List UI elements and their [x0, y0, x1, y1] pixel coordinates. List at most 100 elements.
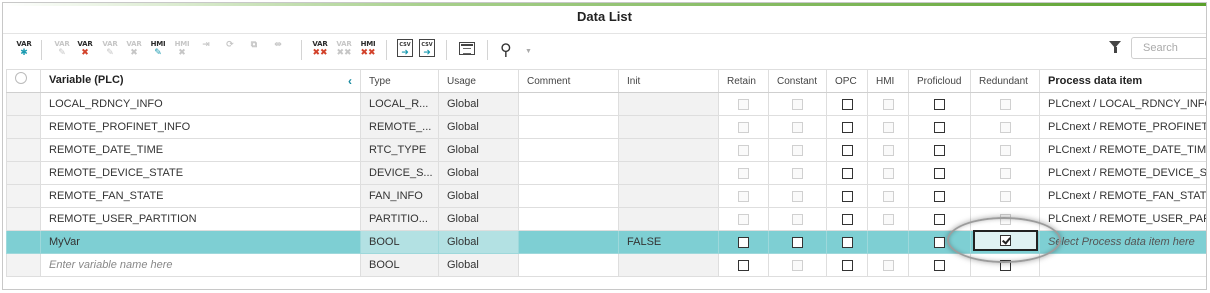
table-view-icon[interactable]	[459, 42, 475, 55]
hmi-cell[interactable]	[867, 230, 909, 254]
column-header-comment[interactable]: Comment	[518, 69, 619, 93]
filter-icon[interactable]	[1109, 41, 1121, 53]
process-data-item-cell[interactable]: PLCnext / REMOTE_DATE_TIME	[1039, 138, 1206, 162]
init-cell[interactable]	[618, 138, 719, 162]
comment-cell[interactable]	[518, 184, 619, 208]
proficloud-checkbox[interactable]	[934, 259, 945, 271]
redundant-cell[interactable]	[970, 138, 1040, 162]
column-header-proficloud[interactable]: Proficloud	[908, 69, 971, 93]
delete-var-all-disabled[interactable]: VAR ✖✖	[333, 38, 355, 60]
usage-cell[interactable]: Global	[438, 230, 519, 254]
table-row[interactable]: LOCAL_RDNCY_INFO LOCAL_R... Global PLCnext …	[6, 92, 1206, 116]
proficloud-checkbox[interactable]	[934, 213, 945, 225]
variable-name-cell[interactable]: REMOTE_DEVICE_STATE	[40, 161, 361, 185]
init-cell[interactable]	[618, 115, 719, 139]
type-cell[interactable]: PARTITIO...	[360, 207, 439, 231]
constant-cell[interactable]	[768, 138, 827, 162]
proficloud-checkbox[interactable]	[934, 144, 945, 156]
proficloud-checkbox[interactable]	[934, 98, 945, 110]
constant-cell[interactable]	[768, 230, 827, 254]
hmi-cell[interactable]	[867, 115, 909, 139]
retain-cell[interactable]	[718, 184, 769, 208]
hmi-cell[interactable]	[867, 138, 909, 162]
opc-checkbox[interactable]	[841, 259, 853, 271]
column-header-opc[interactable]: OPC	[826, 69, 868, 93]
retain-cell[interactable]	[718, 115, 769, 139]
usage-cell[interactable]: Global	[438, 161, 519, 185]
column-header-redundant[interactable]: Redundant	[970, 69, 1040, 93]
usage-cell[interactable]: Global	[438, 253, 519, 277]
proficloud-cell[interactable]	[908, 230, 971, 254]
proficloud-checkbox[interactable]	[934, 121, 945, 133]
retain-cell[interactable]	[718, 138, 769, 162]
constant-cell[interactable]	[768, 207, 827, 231]
redundant-cell[interactable]	[970, 92, 1040, 116]
table-row[interactable]: REMOTE_PROFINET_INFO REMOTE_... Global PLCn…	[6, 115, 1206, 139]
opc-checkbox[interactable]	[841, 144, 853, 156]
opc-checkbox[interactable]	[841, 98, 853, 110]
proficloud-cell[interactable]	[908, 184, 971, 208]
table-row[interactable]: REMOTE_DATE_TIME RTC_TYPE Global PLCnext / …	[6, 138, 1206, 162]
opc-checkbox[interactable]	[841, 121, 853, 133]
redundant-checkbox[interactable]	[999, 259, 1011, 271]
variable-name-cell[interactable]: MyVar	[40, 230, 361, 254]
retain-cell[interactable]	[718, 230, 769, 254]
proficloud-checkbox[interactable]	[934, 190, 945, 202]
process-data-item-cell[interactable]	[1039, 253, 1206, 277]
redundant-cell[interactable]	[970, 207, 1040, 231]
row-header-cell[interactable]	[6, 161, 41, 185]
csv-import-button[interactable]: CSV ➜	[397, 39, 413, 58]
comment-cell[interactable]	[518, 92, 619, 116]
retain-cell[interactable]	[718, 92, 769, 116]
opc-cell[interactable]	[826, 207, 868, 231]
usage-cell[interactable]: Global	[438, 207, 519, 231]
comment-cell[interactable]	[518, 253, 619, 277]
opc-checkbox[interactable]	[841, 213, 853, 225]
opc-checkbox[interactable]	[841, 167, 853, 179]
init-cell[interactable]	[618, 184, 719, 208]
delete-var-all-button[interactable]: VAR ✖✖	[309, 38, 331, 60]
column-header-hmi[interactable]: HMI	[867, 69, 909, 93]
opc-cell[interactable]	[826, 115, 868, 139]
row-header-cell[interactable]	[6, 115, 41, 139]
row-header-cell[interactable]	[6, 184, 41, 208]
type-cell[interactable]: BOOL	[360, 230, 439, 254]
proficloud-cell[interactable]	[908, 253, 971, 277]
delete-hmi-all-button[interactable]: HMI ✖✖	[357, 38, 379, 60]
hmi-edit-button[interactable]: HMI ✎	[147, 38, 169, 60]
hmi-cell[interactable]	[867, 92, 909, 116]
variable-name-cell[interactable]: Enter variable name here	[40, 253, 361, 277]
variable-name-cell[interactable]: REMOTE_PROFINET_INFO	[40, 115, 361, 139]
redundant-cell[interactable]	[970, 184, 1040, 208]
row-header-cell[interactable]	[6, 253, 41, 277]
retain-checkbox[interactable]	[738, 259, 749, 271]
type-cell[interactable]: LOCAL_R...	[360, 92, 439, 116]
hmi-cell[interactable]	[867, 207, 909, 231]
usage-cell[interactable]: Global	[438, 92, 519, 116]
variable-name-cell[interactable]: REMOTE_FAN_STATE	[40, 184, 361, 208]
row-header-cell[interactable]	[6, 138, 41, 162]
constant-cell[interactable]	[768, 161, 827, 185]
process-data-item-cell[interactable]: Select Process data item here	[1039, 230, 1206, 254]
process-data-item-cell[interactable]: PLCnext / REMOTE_PROFINET_INFO	[1039, 115, 1206, 139]
comment-cell[interactable]	[518, 115, 619, 139]
redundant-checkbox-focused[interactable]	[1000, 235, 1011, 246]
constant-cell[interactable]	[768, 184, 827, 208]
chevron-down-icon[interactable]: ▼	[525, 48, 532, 55]
table-row[interactable]: REMOTE_FAN_STATE FAN_INFO Global PLCnext / …	[6, 184, 1206, 208]
init-cell[interactable]	[618, 253, 719, 277]
column-header-init[interactable]: Init	[618, 69, 719, 93]
add-variable-button[interactable]: VAR ✱	[13, 38, 35, 60]
type-cell[interactable]: RTC_TYPE	[360, 138, 439, 162]
variable-name-cell[interactable]: REMOTE_USER_PARTITION	[40, 207, 361, 231]
opc-cell[interactable]	[826, 253, 868, 277]
init-cell[interactable]: FALSE	[618, 230, 719, 254]
column-header-retain[interactable]: Retain	[718, 69, 769, 93]
table-row[interactable]: REMOTE_DEVICE_STATE DEVICE_S... Global PLCn…	[6, 161, 1206, 185]
pin-column-header[interactable]	[6, 69, 41, 93]
magnifier-icon[interactable]: ⚲	[500, 40, 512, 59]
chevron-left-icon[interactable]: ‹	[348, 74, 352, 88]
comment-cell[interactable]	[518, 230, 619, 254]
move-right-disabled[interactable]: ⇥	[195, 38, 217, 60]
proficloud-cell[interactable]	[908, 138, 971, 162]
